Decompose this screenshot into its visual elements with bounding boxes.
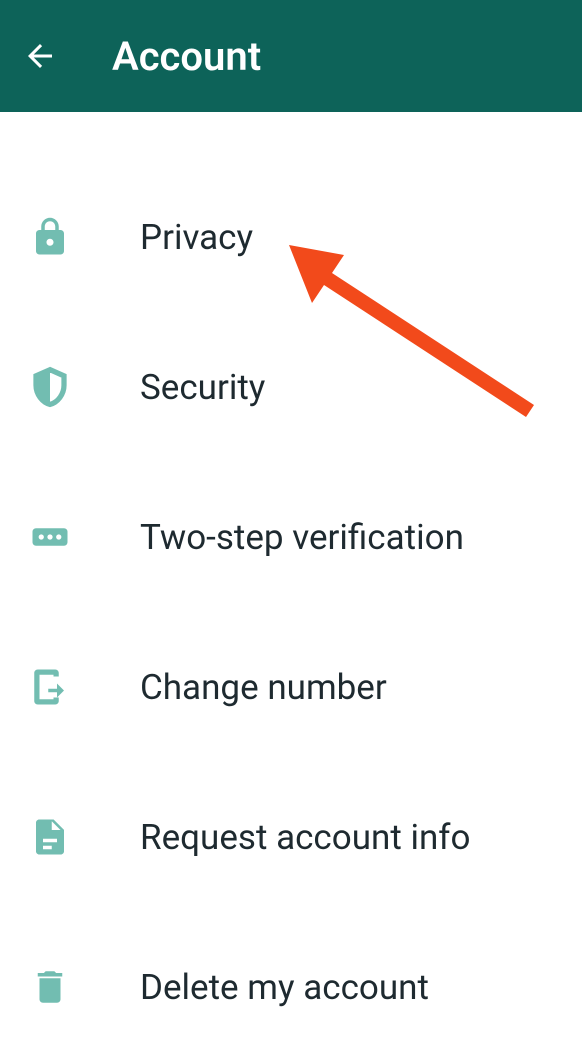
menu-item-request-info[interactable]: Request account info	[0, 762, 582, 912]
change-number-icon	[26, 663, 74, 711]
menu-item-label: Change number	[140, 667, 387, 708]
shield-icon	[26, 363, 74, 411]
menu-item-label: Delete my account	[140, 967, 429, 1008]
arrow-left-icon	[22, 38, 58, 74]
menu-item-security[interactable]: Security	[0, 312, 582, 462]
app-header: Account	[0, 0, 582, 112]
menu-item-delete-account[interactable]: Delete my account	[0, 912, 582, 1062]
page-title: Account	[112, 33, 261, 80]
dots-icon	[26, 513, 74, 561]
menu-item-label: Security	[140, 367, 265, 408]
trash-icon	[26, 963, 74, 1011]
settings-menu: Privacy Security Two-step verification	[0, 112, 582, 1062]
document-icon	[26, 813, 74, 861]
menu-item-label: Privacy	[140, 217, 253, 258]
menu-item-two-step[interactable]: Two-step verification	[0, 462, 582, 612]
menu-item-label: Two-step verification	[140, 517, 464, 558]
menu-item-label: Request account info	[140, 817, 470, 858]
menu-item-privacy[interactable]: Privacy	[0, 162, 582, 312]
back-button[interactable]	[16, 32, 64, 80]
lock-icon	[26, 213, 74, 261]
menu-item-change-number[interactable]: Change number	[0, 612, 582, 762]
